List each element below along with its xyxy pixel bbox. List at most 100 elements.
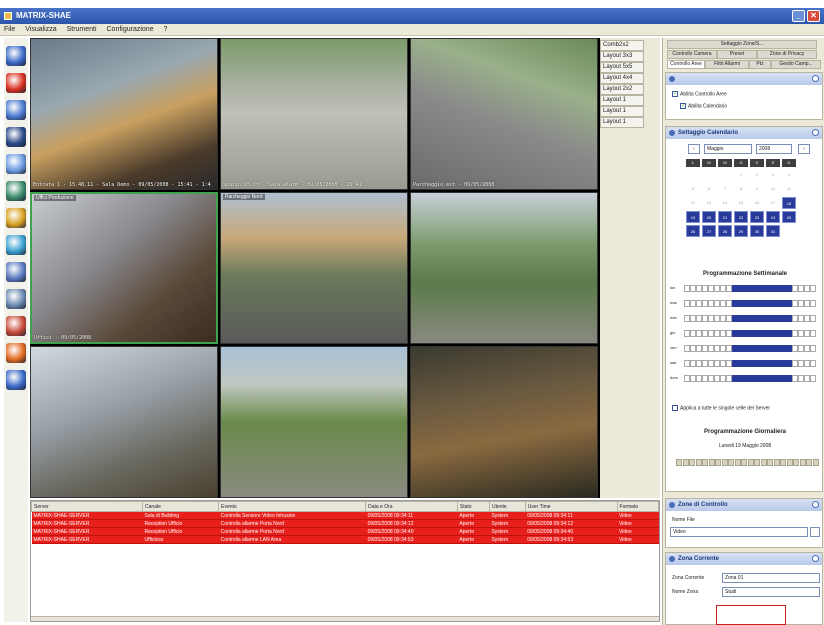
daily-slot[interactable] <box>721 459 728 466</box>
calendar-day[interactable]: 28 <box>718 225 732 237</box>
tab-controllo-camera[interactable]: Controllo Camera <box>667 50 717 59</box>
daily-slot[interactable] <box>786 459 793 466</box>
column-header[interactable]: Stato <box>456 501 490 512</box>
zona-corrente-select[interactable]: Zona 01 <box>722 573 820 583</box>
clock-icon[interactable] <box>6 235 26 255</box>
daily-slot[interactable] <box>682 459 689 466</box>
chart-icon[interactable] <box>6 316 26 336</box>
daily-slot[interactable] <box>780 459 786 466</box>
schedule-slot[interactable] <box>810 375 816 382</box>
tab-filtri-allarmi[interactable]: Filtri Allarmi <box>705 60 749 69</box>
daily-slot[interactable] <box>695 459 702 466</box>
column-header[interactable]: Utente <box>488 501 526 512</box>
daily-slot[interactable] <box>806 459 812 466</box>
calendar-day[interactable]: 6 <box>702 183 716 195</box>
daily-slot[interactable] <box>676 459 682 466</box>
check-calendario[interactable]: ✓ Abilita Calendario <box>680 103 727 109</box>
layout-button[interactable]: Comb2x2 <box>600 40 644 51</box>
calendar-day[interactable]: 12 <box>686 197 700 209</box>
calendar-day[interactable]: 8 <box>734 183 748 195</box>
menu-configurazione[interactable]: Configurazione <box>103 24 158 33</box>
calendar-day[interactable]: 18 <box>782 197 796 209</box>
calendar-day[interactable]: 9 <box>750 183 764 195</box>
tab-preset[interactable]: Preset <box>717 50 757 59</box>
layout-button[interactable]: Layout 1 <box>600 117 644 128</box>
search-icon[interactable] <box>6 370 26 390</box>
column-header[interactable]: Server <box>30 501 144 512</box>
menu-visualizza[interactable]: Visualizza <box>21 24 60 33</box>
zone-settings-button[interactable]: Settaggio Zone/S... <box>667 40 817 49</box>
schedule-slot[interactable] <box>810 315 816 322</box>
daily-slot[interactable] <box>767 459 773 466</box>
tab-ptz[interactable]: Ptz <box>749 60 771 69</box>
prev-month-button[interactable]: ‹ <box>688 144 700 154</box>
globe-icon[interactable] <box>6 181 26 201</box>
palette-icon[interactable] <box>6 343 26 363</box>
column-header[interactable]: Formato <box>616 501 660 512</box>
collapse-icon[interactable] <box>812 501 819 508</box>
calendar-day[interactable]: 30 <box>750 225 764 237</box>
calendar-day[interactable]: 15 <box>734 197 748 209</box>
schedule-slot[interactable] <box>810 330 816 337</box>
tree-icon[interactable] <box>6 289 26 309</box>
layout-button[interactable]: Layout 3x3 <box>600 51 644 62</box>
layout-button[interactable]: Layout 1 <box>600 106 644 117</box>
tab-gestio-camp[interactable]: Gestio Camp... <box>771 60 821 69</box>
camera-view[interactable] <box>410 346 598 498</box>
menu-file[interactable]: File <box>0 24 19 33</box>
daily-slot[interactable] <box>754 459 760 466</box>
calendar-day[interactable]: 29 <box>734 225 748 237</box>
column-header[interactable]: Data e Ora <box>365 501 458 512</box>
calendar-day[interactable]: 19 <box>686 211 700 223</box>
calendar-day[interactable]: 17 <box>766 197 780 209</box>
users-icon[interactable] <box>6 262 26 282</box>
daily-slot[interactable] <box>741 459 747 466</box>
calendar-day[interactable]: 13 <box>702 197 716 209</box>
column-header[interactable]: Canale <box>142 501 220 512</box>
column-header[interactable]: Evento <box>218 501 367 512</box>
alarm-icon[interactable] <box>6 73 26 93</box>
collapse-icon[interactable] <box>812 75 819 82</box>
calendar-day[interactable]: 7 <box>718 183 732 195</box>
daily-slot[interactable] <box>760 459 767 466</box>
calendar-day[interactable]: 26 <box>686 225 700 237</box>
calendar-day[interactable]: 5 <box>686 183 700 195</box>
column-header[interactable]: User Time <box>524 501 618 512</box>
daily-slot[interactable] <box>702 459 708 466</box>
calendar-day[interactable]: 10 <box>766 183 780 195</box>
layout-button[interactable]: Layout 2x2 <box>600 84 644 95</box>
menu-help[interactable]: ? <box>160 24 172 33</box>
cameras-icon[interactable] <box>6 46 26 66</box>
camera-view[interactable]: Parcheggio Nord <box>220 192 408 344</box>
menu-strumenti[interactable]: Strumenti <box>63 24 101 33</box>
table-row[interactable]: MATRIX-SHAE-SERVER Sala di Building Contro… <box>31 511 659 520</box>
daily-slot[interactable] <box>793 459 799 466</box>
check-controllo-aree[interactable]: ✓ Abilita Controllo Aree <box>672 91 727 97</box>
daily-slot[interactable] <box>689 459 695 466</box>
tab-zone-privacy[interactable]: Zone di Privacy <box>757 50 817 59</box>
nome-file-input[interactable]: Video <box>670 527 808 537</box>
daily-slot[interactable] <box>715 459 721 466</box>
nome-zona-input[interactable]: Studi <box>722 587 820 597</box>
calendar-day[interactable]: 4 <box>782 169 796 181</box>
daily-slot[interactable] <box>728 459 734 466</box>
table-row[interactable]: MATRIX-SHAE-SERVER Reception Ufficio Contr… <box>31 527 659 536</box>
calendar-day[interactable]: 31 <box>766 225 780 237</box>
daily-slot[interactable] <box>799 459 806 466</box>
close-button[interactable]: ✕ <box>807 10 820 22</box>
month-select[interactable]: Maggio <box>704 144 752 154</box>
schedule-slot[interactable] <box>810 285 816 292</box>
calendar-day[interactable]: 27 <box>702 225 716 237</box>
calendar-day[interactable]: 16 <box>750 197 764 209</box>
schedule-slot[interactable] <box>810 300 816 307</box>
disk-icon[interactable] <box>6 127 26 147</box>
daily-slot[interactable] <box>734 459 741 466</box>
daily-slot[interactable] <box>708 459 715 466</box>
check-apply-all[interactable]: Applica a tutte le singole celle del Ser… <box>672 405 770 411</box>
camera-view[interactable] <box>30 346 218 498</box>
calendar-day[interactable]: 22 <box>734 211 748 223</box>
calendar-day[interactable]: 23 <box>750 211 764 223</box>
calendar-day[interactable]: 11 <box>782 183 796 195</box>
minimize-button[interactable]: _ <box>792 10 805 22</box>
daily-slot[interactable] <box>747 459 754 466</box>
